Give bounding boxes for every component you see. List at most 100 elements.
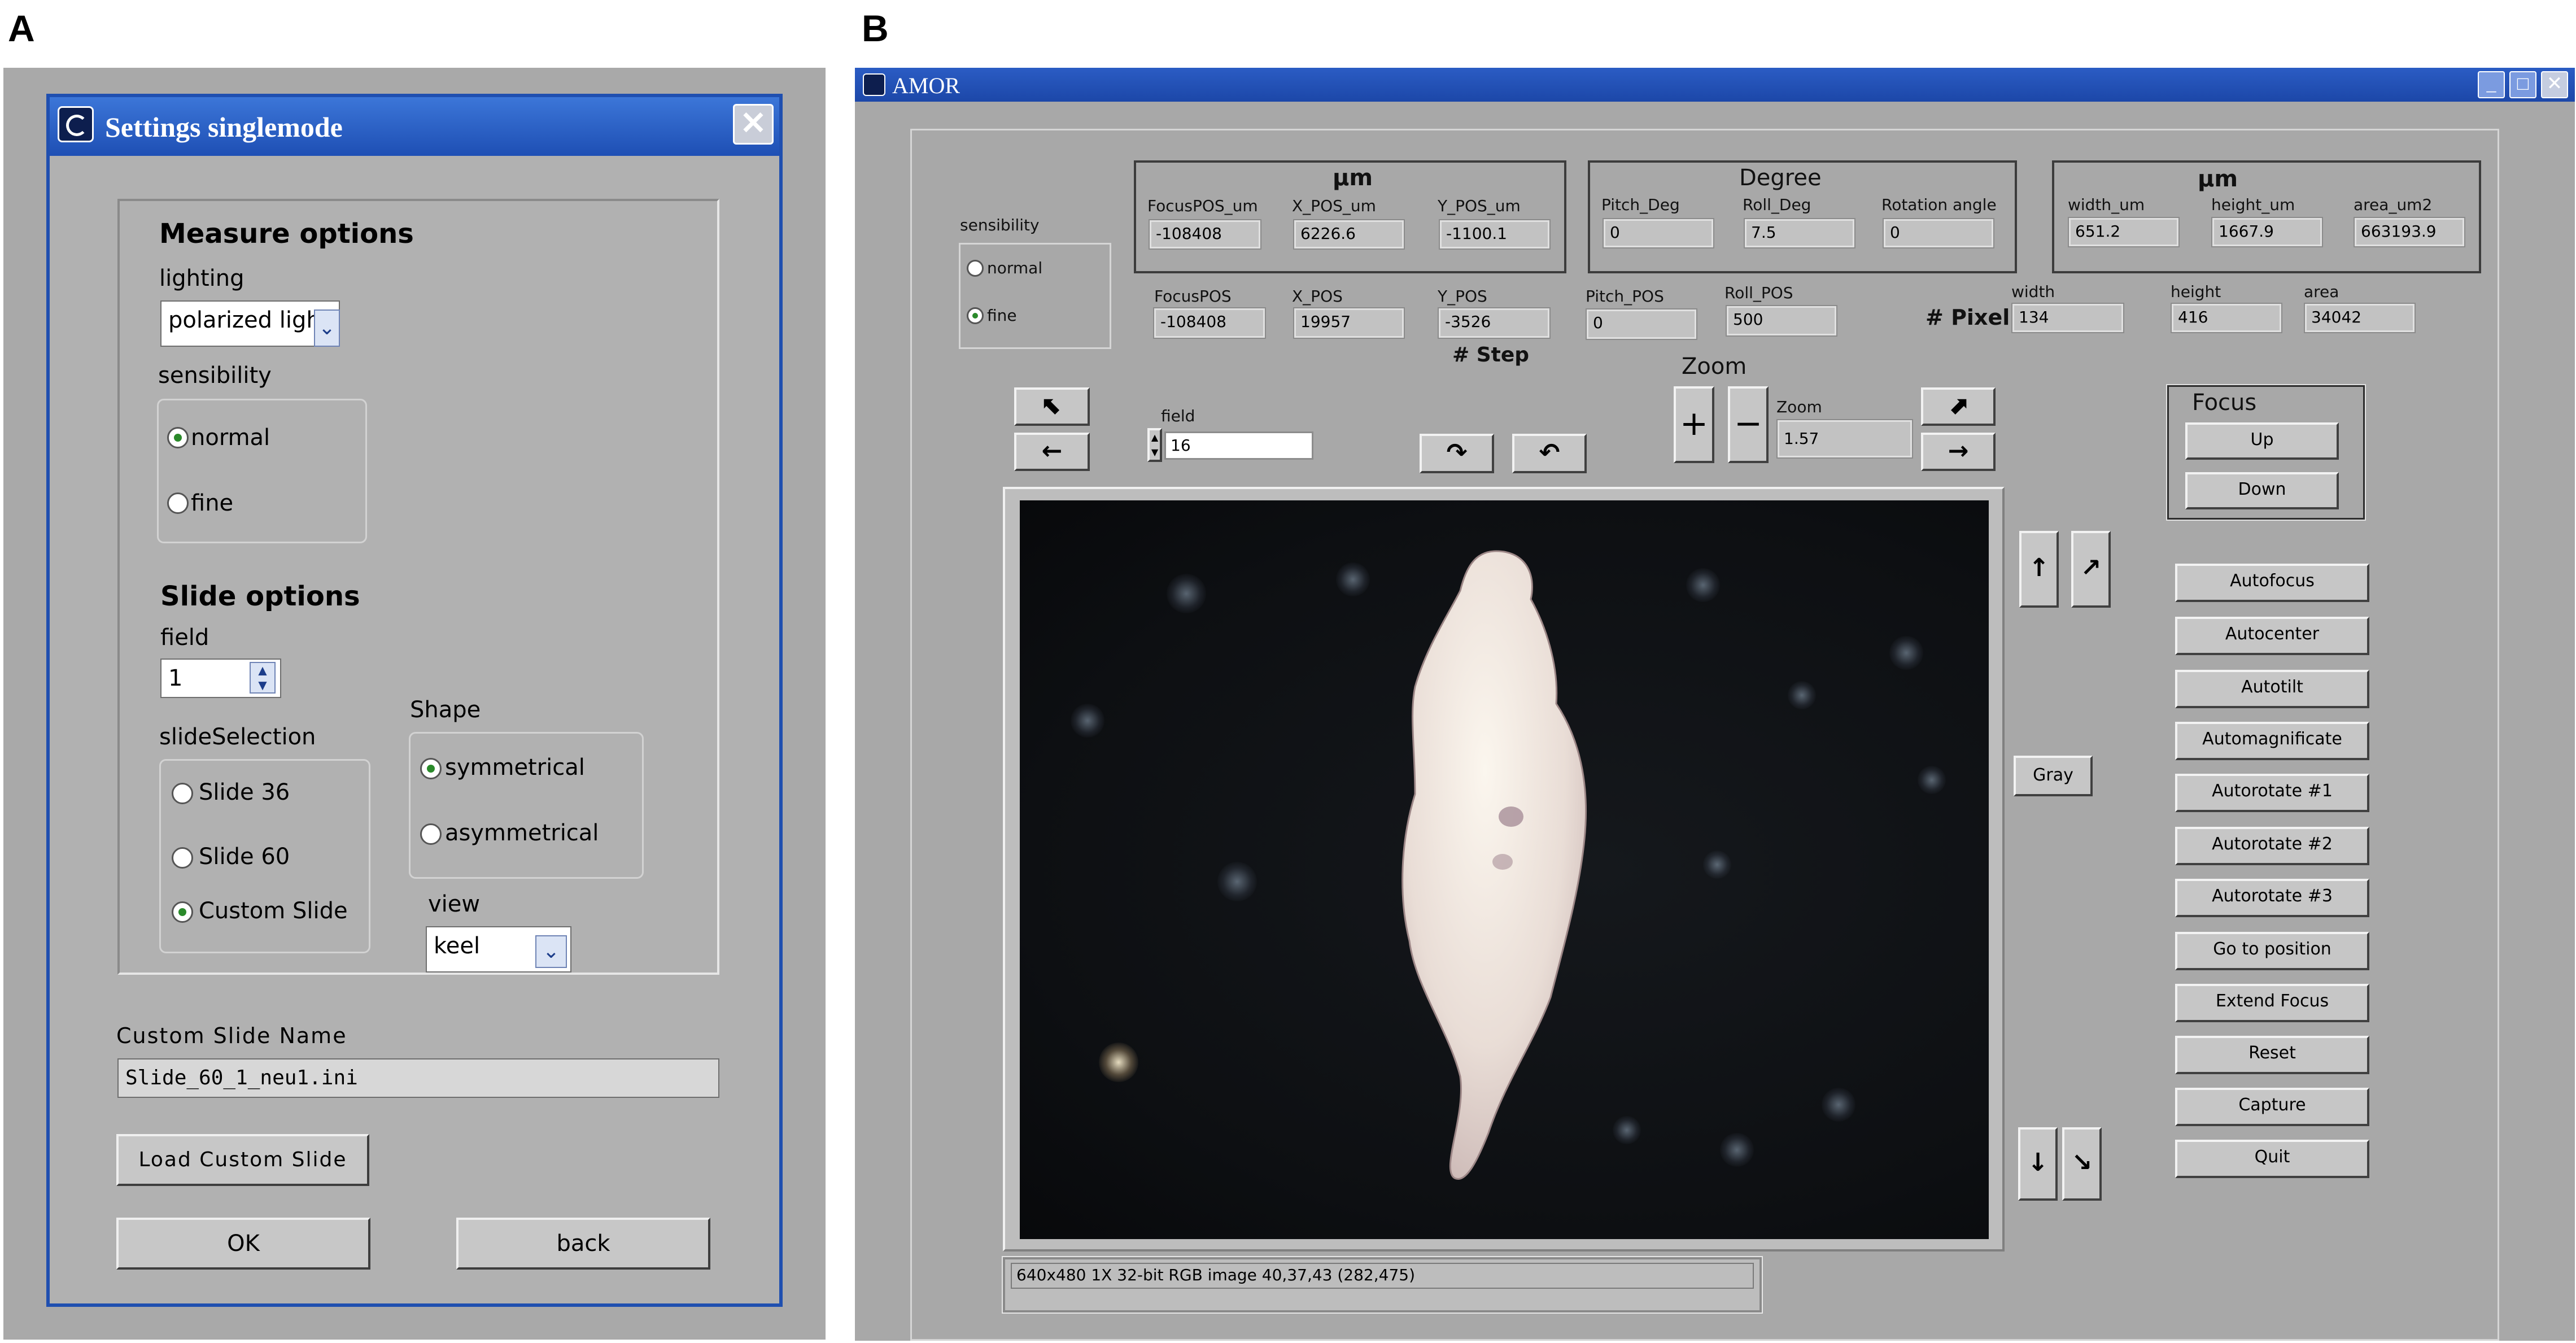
image-status-bar: 640x480 1X 32-bit RGB image 40,37,43 (28… bbox=[1002, 1256, 1763, 1314]
panel-label-b: B bbox=[862, 7, 889, 49]
radio-custom-slide[interactable] bbox=[172, 901, 193, 923]
autorotate-1-button[interactable]: Autorotate #1 bbox=[2175, 774, 2369, 812]
autorotate-2-button[interactable]: Autorotate #2 bbox=[2175, 827, 2369, 865]
radio-custom-slide-label: Custom Slide bbox=[199, 898, 348, 924]
panel-a-background: Settings singlemode ✕ Measure options li… bbox=[3, 68, 826, 1340]
radio-slide-60-label: Slide 60 bbox=[199, 844, 290, 870]
stepper-arrows-icon[interactable]: ▲ ▼ bbox=[250, 662, 276, 694]
um-header: µm bbox=[1333, 165, 1373, 191]
app-icon bbox=[863, 73, 885, 96]
pixel-area-value: 34042 bbox=[2304, 303, 2416, 333]
radio-fine[interactable] bbox=[967, 307, 984, 324]
pitch-pos-input[interactable]: 0 bbox=[1586, 308, 1697, 340]
autofocus-button[interactable]: Autofocus bbox=[2175, 564, 2369, 602]
radio-normal[interactable] bbox=[967, 260, 984, 277]
dialog-title-bar[interactable]: Settings singlemode ✕ bbox=[50, 97, 779, 156]
pitch-pos-label: Pitch_POS bbox=[1586, 287, 1664, 306]
shape-label: Shape bbox=[410, 697, 481, 723]
radio-asymmetrical[interactable] bbox=[420, 823, 442, 845]
specimen-spot bbox=[1492, 854, 1513, 870]
lighting-label: lighting bbox=[159, 265, 244, 291]
zoom-minus-button[interactable]: − bbox=[1728, 386, 1769, 463]
move-right-arrow-button[interactable]: → bbox=[1921, 433, 1996, 471]
radio-slide-36[interactable] bbox=[172, 783, 193, 804]
zoom-label: Zoom bbox=[1776, 398, 1822, 416]
rotate-cw-button[interactable]: ↷ bbox=[1420, 434, 1494, 473]
move-down-arrow-button[interactable]: ↓ bbox=[2018, 1127, 2058, 1201]
move-down-right-arrow-button[interactable]: ↘ bbox=[2062, 1127, 2102, 1201]
radio-fine-label: fine bbox=[987, 306, 1017, 325]
zoom-plus-button[interactable]: + bbox=[1674, 386, 1714, 463]
go-to-position-button[interactable]: Go to position bbox=[2175, 932, 2369, 970]
pixel-area-label: area bbox=[2304, 282, 2339, 301]
zoom-header: Zoom bbox=[1682, 354, 1747, 380]
radio-slide-60[interactable] bbox=[172, 847, 193, 869]
field-input[interactable]: 16 bbox=[1164, 431, 1313, 460]
focuspos-label: FocusPOS bbox=[1154, 287, 1232, 306]
radio-fine[interactable] bbox=[167, 492, 189, 514]
lighting-dropdown[interactable]: polarized light bbox=[160, 300, 340, 347]
gray-button[interactable]: Gray bbox=[2014, 756, 2093, 796]
radio-asymmetrical-label: asymmetrical bbox=[445, 820, 599, 846]
move-up-left-arrow-button[interactable]: ⬉ bbox=[1014, 387, 1090, 426]
dimension-um-header: µm bbox=[2198, 166, 2238, 192]
focus-up-button[interactable]: Up bbox=[2185, 422, 2339, 460]
area-um2-label: area_um2 bbox=[2354, 195, 2433, 214]
pitch-deg-label: Pitch_Deg bbox=[1601, 195, 1680, 214]
back-button[interactable]: back bbox=[456, 1218, 710, 1270]
radio-symmetrical[interactable] bbox=[420, 758, 442, 779]
amor-title-bar[interactable]: AMOR _ □ ✕ bbox=[855, 68, 2575, 102]
radio-normal[interactable] bbox=[167, 427, 189, 448]
status-text: 640x480 1X 32-bit RGB image 40,37,43 (28… bbox=[1011, 1263, 1754, 1289]
pixel-width-value: 134 bbox=[2011, 303, 2124, 333]
microscope-image[interactable] bbox=[1020, 500, 1989, 1239]
capture-button[interactable]: Capture bbox=[2175, 1088, 2369, 1126]
custom-slide-name-input[interactable]: Slide_60_1_neu1.ini bbox=[117, 1058, 719, 1098]
autocenter-button[interactable]: Autocenter bbox=[2175, 617, 2369, 655]
maximize-icon[interactable]: □ bbox=[2509, 71, 2536, 98]
move-up-right-arrow-button[interactable]: ⬈ bbox=[1921, 387, 1996, 426]
move-left-arrow-button[interactable]: ← bbox=[1014, 433, 1090, 471]
sensibility-label: sensibility bbox=[158, 363, 272, 389]
focuspos-um-label: FocusPOS_um bbox=[1147, 197, 1258, 215]
roll-deg-label: Roll_Deg bbox=[1743, 195, 1811, 214]
move-up-arrow-button[interactable]: ↑ bbox=[2019, 531, 2059, 608]
chevron-down-icon[interactable]: ⌄ bbox=[535, 935, 567, 968]
app-icon bbox=[58, 106, 94, 142]
reset-button[interactable]: Reset bbox=[2175, 1036, 2369, 1074]
autorotate-3-button[interactable]: Autorotate #3 bbox=[2175, 879, 2369, 917]
autotilt-button[interactable]: Autotilt bbox=[2175, 670, 2369, 708]
radio-symmetrical-label: symmetrical bbox=[445, 755, 585, 780]
y-pos-um-label: Y_POS_um bbox=[1438, 197, 1521, 215]
y-pos-input[interactable]: -3526 bbox=[1438, 307, 1551, 339]
x-pos-input[interactable]: 19957 bbox=[1293, 307, 1405, 339]
close-icon[interactable]: ✕ bbox=[733, 104, 774, 145]
tilt-arrow-button[interactable]: ↗ bbox=[2071, 531, 2111, 608]
focuspos-input[interactable]: -108408 bbox=[1153, 307, 1266, 339]
roll-deg-value: 7.5 bbox=[1744, 218, 1855, 248]
chevron-down-icon[interactable]: ⌄ bbox=[314, 309, 340, 347]
pitch-deg-value: 0 bbox=[1603, 218, 1714, 248]
extend-focus-button[interactable]: Extend Focus bbox=[2175, 984, 2369, 1022]
rotation-angle-label: Rotation angle bbox=[1881, 195, 1997, 214]
field-stepper-icon[interactable]: ▲ ▼ bbox=[1147, 428, 1162, 462]
close-icon[interactable]: ✕ bbox=[2541, 71, 2568, 98]
amor-window: AMOR _ □ ✕ sensibility normal fine µm Fo… bbox=[855, 68, 2575, 1341]
ok-button[interactable]: OK bbox=[116, 1218, 370, 1270]
dimension-um-group bbox=[2052, 160, 2481, 273]
rotate-ccw-button[interactable]: ↶ bbox=[1512, 434, 1587, 473]
roll-pos-input[interactable]: 500 bbox=[1726, 305, 1837, 337]
quit-button[interactable]: Quit bbox=[2175, 1140, 2369, 1178]
radio-fine-label: fine bbox=[191, 490, 234, 516]
shape-group bbox=[409, 732, 644, 879]
specimen-spot bbox=[1499, 806, 1523, 827]
focus-header: Focus bbox=[2192, 390, 2257, 416]
slide-options-header: Slide options bbox=[160, 581, 360, 612]
pixel-width-label: width bbox=[2011, 282, 2055, 301]
automagnificate-button[interactable]: Automagnificate bbox=[2175, 722, 2369, 760]
x-pos-um-value: 6226.6 bbox=[1293, 219, 1405, 250]
load-custom-slide-button[interactable]: Load Custom Slide bbox=[116, 1134, 369, 1186]
focus-down-button[interactable]: Down bbox=[2185, 472, 2339, 509]
minimize-icon[interactable]: _ bbox=[2478, 71, 2505, 98]
width-um-label: width_um bbox=[2068, 195, 2145, 214]
